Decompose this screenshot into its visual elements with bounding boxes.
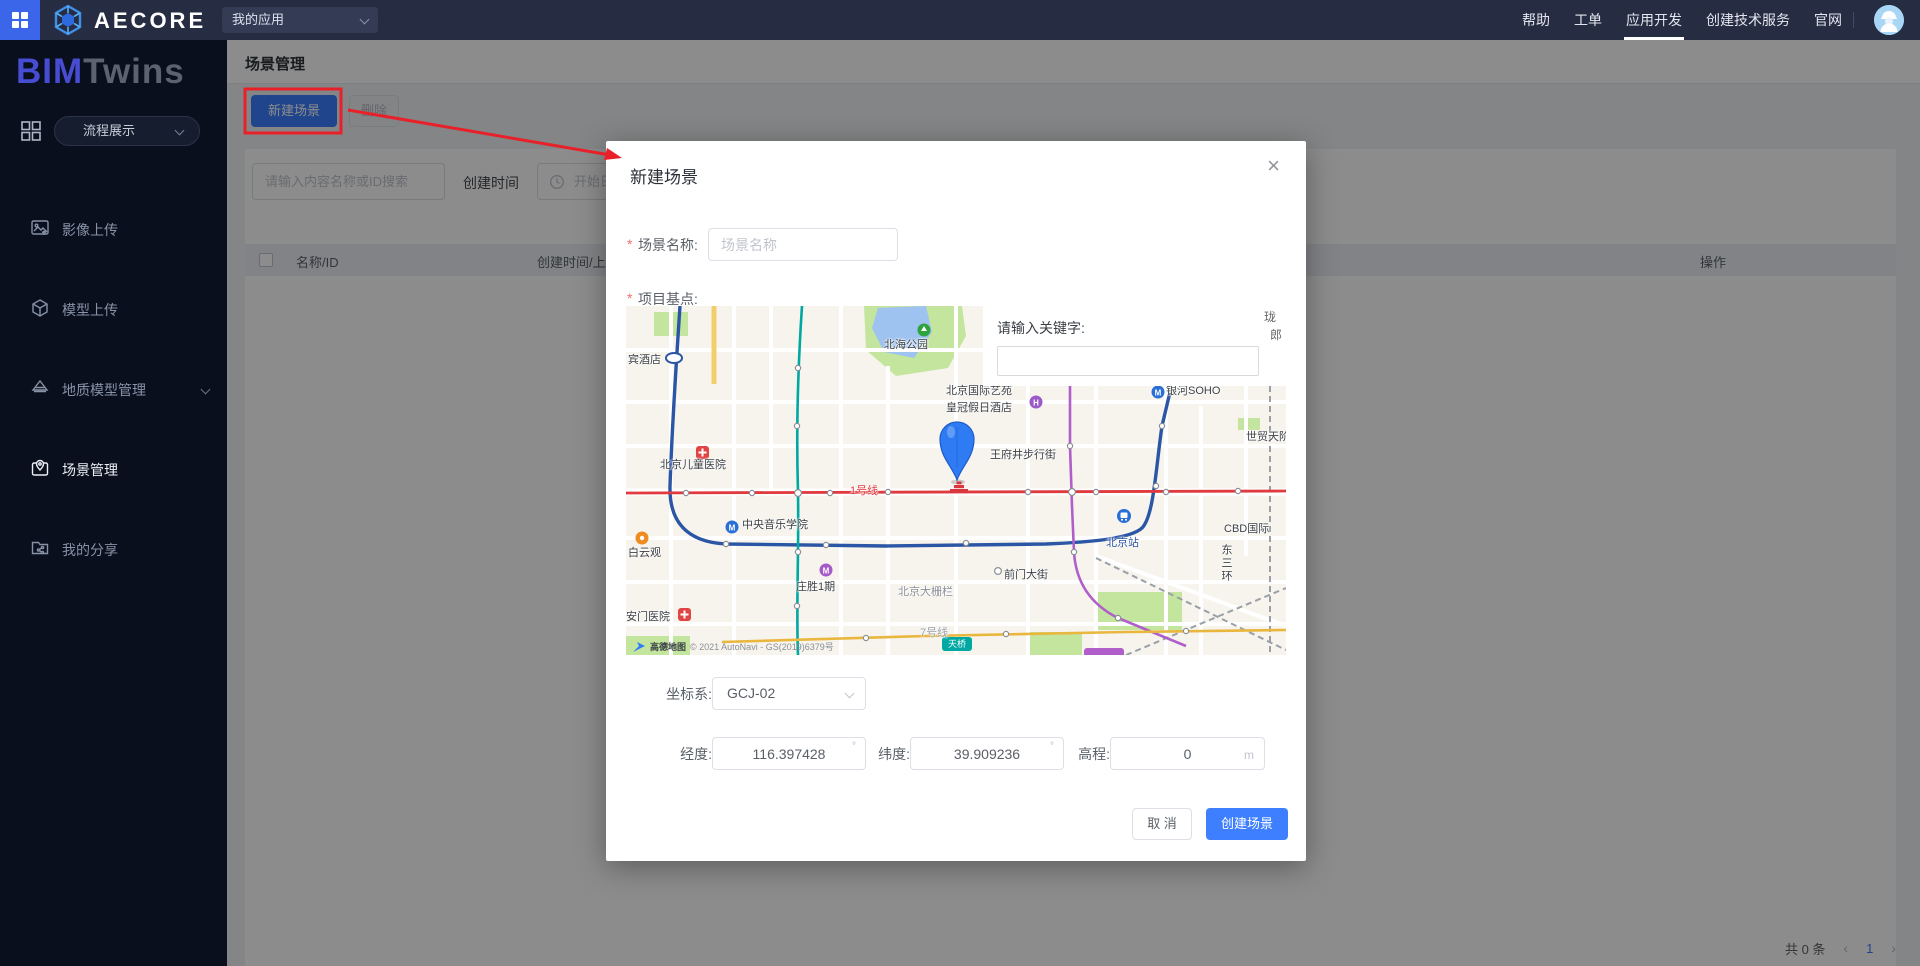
keyword-label: 请输入关键字: [997,318,1085,338]
scene-name-label: 场景名称: [638,235,698,255]
metro-entrance-icon: M [820,564,833,577]
scene-manage-icon [30,458,50,478]
coord-system-value: GCJ-02 [727,685,775,701]
mode-select-value: 流程展示 [83,123,135,138]
required-mark: * [627,290,632,306]
map-attribution: 高德地图 © 2021 AutoNavi - GS(2019)6379号 [632,640,834,653]
longitude-input[interactable] [712,737,866,770]
scene-name-input[interactable] [708,228,898,261]
keyword-input[interactable] [997,346,1259,376]
topbar-nav-help[interactable]: 帮助 [1522,0,1550,40]
chevron-down-icon [360,15,370,25]
screen: 场景管理 新建场景 删除 创建时间 名称/ID 创建时间/上次更新时间 操作 共… [0,0,1920,966]
topbar-nav-app-dev[interactable]: 应用开发 [1626,0,1682,40]
poi-dot-icon [995,568,1002,575]
sidebar-item-scene-manage[interactable]: 场景管理 [0,430,227,510]
sidebar-menu: 影像上传 模型上传 地质模型管理 场景管理 [0,190,227,590]
topbar-nav-official-site[interactable]: 官网 [1814,0,1842,40]
engineer-avatar-icon [1874,5,1904,35]
copyright-text: © 2021 AutoNavi - GS(2019)6379号 [690,640,834,653]
amap-logo-text: 高德地图 [650,640,686,653]
svg-text:M: M [823,567,830,576]
aecore-logo-icon [52,4,84,36]
geology-model-icon [30,378,50,398]
svg-text:M: M [1155,389,1162,398]
clipped-text-fragment: 珑 [1264,308,1276,325]
new-scene-dialog: 新建场景 × * 场景名称: * 项目基点: [606,141,1306,861]
mode-select[interactable]: 流程展示 [54,116,200,146]
topbar: AECORE 我的应用 帮助 工单 应用开发 创建技术服务 官网 [0,0,1920,40]
temple-icon [636,532,649,545]
meter-unit: m [1244,748,1254,762]
longitude-label: 经度: [652,744,712,764]
model-upload-icon [30,298,50,318]
sidebar-item-label: 影像上传 [62,220,118,240]
svg-text:H: H [1033,399,1039,408]
station-label-tianqiao: 天桥 [942,637,972,651]
hospital-icon [678,608,691,621]
sidebar-item-label: 模型上传 [62,300,118,320]
create-scene-button[interactable]: 创建场景 [1206,808,1288,840]
metro-entrance-icon: M [726,521,739,534]
topbar-nav-workorder[interactable]: 工单 [1574,0,1602,40]
svg-text:M: M [729,524,736,533]
image-upload-icon [30,218,50,238]
app-select-value: 我的应用 [232,12,284,27]
train-station-icon [1117,509,1131,523]
logo-text-twins: Twins [83,52,185,91]
my-share-icon [30,538,50,558]
top-nav: 帮助 工单 应用开发 创建技术服务 官网 [1522,0,1842,40]
bimtwins-logo: BIMTwins [16,52,185,92]
latitude-input[interactable] [910,737,1064,770]
coord-system-select[interactable]: GCJ-02 [712,677,866,710]
user-avatar[interactable] [1874,5,1904,35]
map-search-panel: 请输入关键字: 珑 郎 [983,306,1286,386]
app-grid-button[interactable] [0,0,40,40]
required-mark: * [627,236,632,252]
sidebar: BIMTwins 流程展示 影像上传 模型上传 [0,40,227,966]
chevron-down-icon [175,126,185,136]
sidebar-item-image-upload[interactable]: 影像上传 [0,190,227,270]
sidebar-item-my-share[interactable]: 我的分享 [0,510,227,590]
sidebar-item-geology-model[interactable]: 地质模型管理 [0,350,227,430]
amap-logo-icon [632,641,646,653]
sidebar-item-model-upload[interactable]: 模型上传 [0,270,227,350]
altitude-input[interactable] [1110,737,1265,770]
hotel-icon: H [1030,396,1043,409]
map-canvas[interactable]: H M M M 北海公园宾酒店北京国际艺苑皇冠假日酒店银河SOHO世贸天阶王府井… [626,306,1286,655]
latitude-label: 纬度: [850,744,910,764]
layout-grid-icon [20,120,42,142]
dialog-title: 新建场景 [630,163,698,188]
coord-system-label: 坐标系: [632,684,712,704]
station-label-purple [1084,648,1124,655]
cancel-button[interactable]: 取 消 [1132,808,1192,840]
metro-entrance-icon: M [1152,386,1165,399]
chevron-down-icon [845,689,855,699]
aecore-brand-text: AECORE [94,8,206,34]
altitude-label: 高程: [1050,744,1110,764]
clipped-text-fragment: 郎 [1270,326,1282,343]
logo-text-bim: BIM [16,52,83,91]
grid-icon [11,11,29,29]
sidebar-item-label: 地质模型管理 [62,380,146,400]
sidebar-item-label: 我的分享 [62,540,118,560]
topbar-nav-tech-service[interactable]: 创建技术服务 [1706,0,1790,40]
topbar-divider [1853,12,1854,28]
chevron-down-icon [201,385,211,395]
close-icon[interactable]: × [1267,155,1280,177]
sidebar-item-label: 场景管理 [62,460,118,480]
app-select[interactable]: 我的应用 [222,7,378,33]
hospital-icon [696,446,709,459]
park-icon [918,324,931,337]
